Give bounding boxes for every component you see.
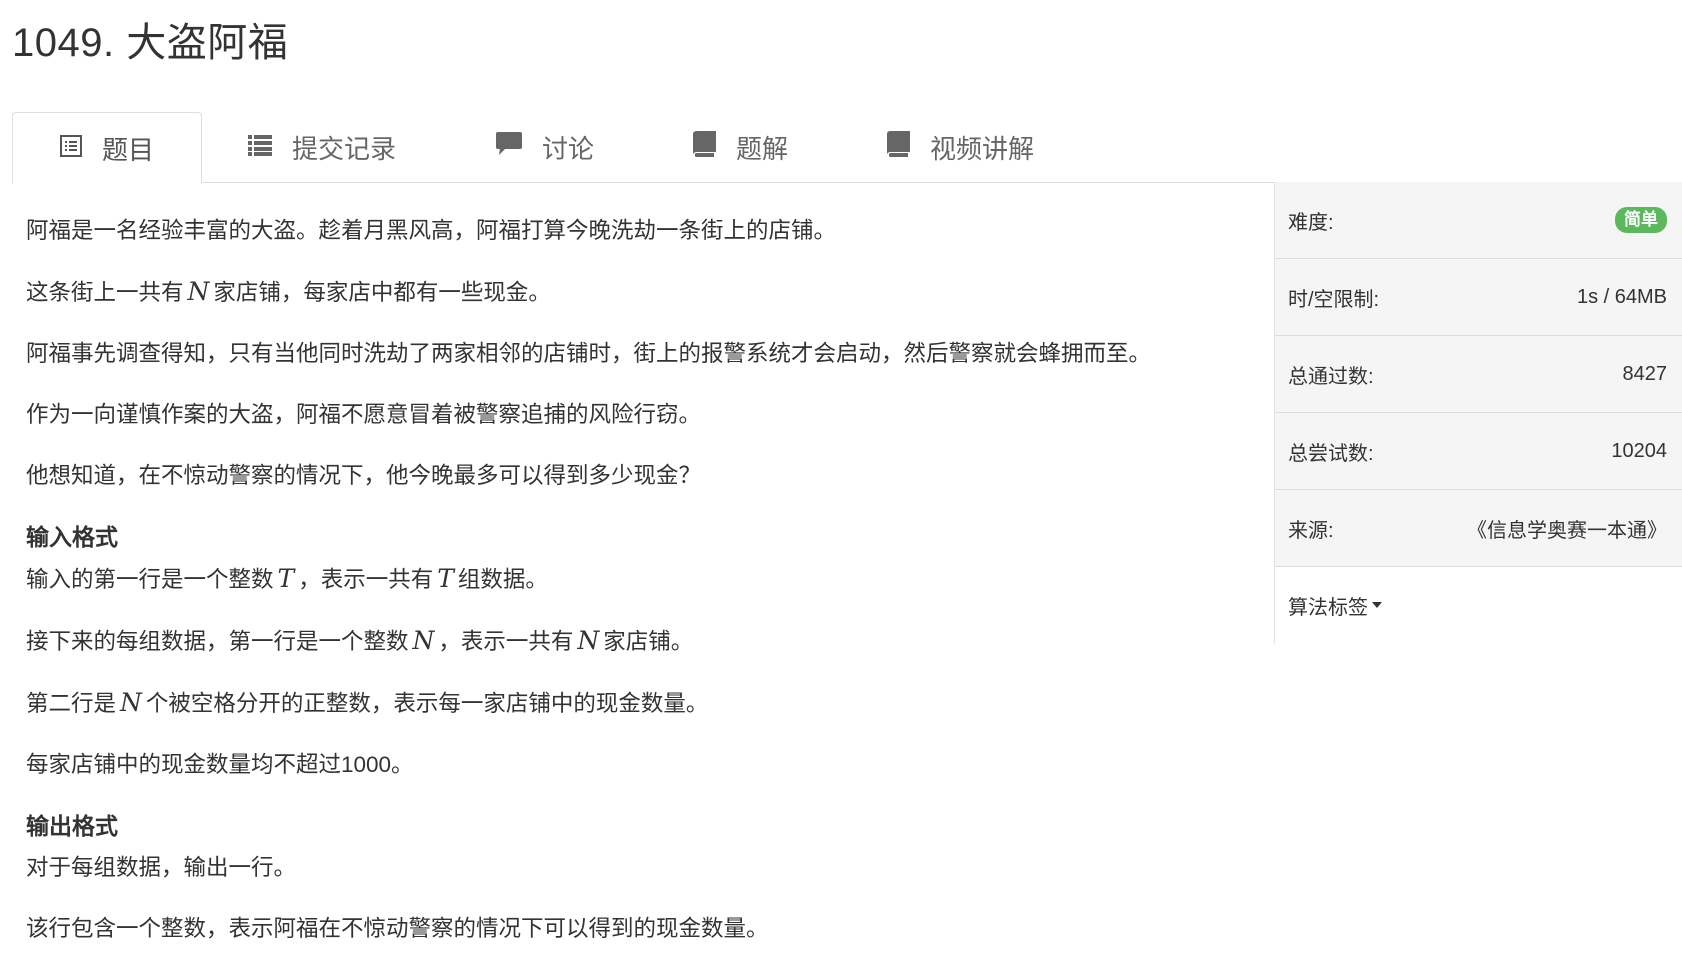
passed-value: 8427: [1622, 362, 1668, 385]
tab-label: 题目: [101, 134, 154, 165]
book-icon: [692, 130, 716, 164]
tab-label: 提交记录: [292, 133, 397, 164]
math-variable: N: [412, 626, 435, 655]
input-paragraph: 第二行是 N 个被空格分开的正整数，表示每一家店铺中的现金数量。: [26, 688, 709, 717]
tab-label: 视频讲解: [930, 133, 1035, 164]
tried-label: 总尝试数:: [1288, 442, 1374, 465]
passed-label: 总通过数:: [1288, 365, 1374, 388]
page-title: 1049. 大盗阿福: [12, 21, 289, 65]
output-paragraph: 对于每组数据，输出一行。: [26, 855, 297, 880]
source-row: 来源: 《信息学奥赛一本通》: [1275, 490, 1682, 567]
list-icon: [248, 132, 272, 163]
tab-video[interactable]: 视频讲解: [886, 112, 1034, 182]
input-paragraph: 接下来的每组数据，第一行是一个整数 N ，表示一共有 N 家店铺。: [26, 626, 694, 655]
problem-description: 阿福是一名经验丰富的大盗。趁着月黑风高，阿福打算今晚洗劫一条街上的店铺。 这条街…: [26, 215, 1256, 974]
caret-down-icon: [1372, 602, 1382, 608]
desc-paragraph: 阿福事先调查得知，只有当他同时洗劫了两家相邻的店铺时，街上的报警系统才会启动，然…: [26, 341, 1152, 366]
difficulty-label: 难度:: [1288, 211, 1334, 234]
output-paragraph: 该行包含一个整数，表示阿福在不惊动警察的情况下可以得到的现金数量。: [26, 916, 769, 941]
tab-bar: 题目 提交记录 讨论 题解 视频讲解: [12, 112, 1682, 184]
tab-discussion[interactable]: 讨论: [496, 112, 594, 182]
difficulty-row: 难度: 简单: [1275, 182, 1682, 259]
algorithm-tags-toggle[interactable]: 算法标签: [1275, 567, 1682, 643]
source-label: 来源:: [1288, 519, 1334, 542]
limit-value: 1s / 64MB: [1576, 285, 1667, 308]
desc-paragraph: 阿福是一名经验丰富的大盗。趁着月黑风高，阿福打算今晚洗劫一条街上的店铺。: [26, 218, 837, 243]
tags-label: 算法标签: [1288, 596, 1368, 619]
passed-row: 总通过数: 8427: [1275, 336, 1682, 413]
math-variable: T: [437, 564, 454, 593]
source-value: 《信息学奥赛一本通》: [1467, 519, 1667, 542]
difficulty-badge: 简单: [1615, 207, 1667, 233]
problem-page: 1049. 大盗阿福 题目 提交记录 讨论 题解 视频讲解 阿福是一名经验丰富的…: [0, 0, 1682, 975]
tried-row: 总尝试数: 10204: [1275, 413, 1682, 490]
comment-icon: [496, 131, 522, 163]
book-icon: [886, 130, 910, 164]
tab-submissions[interactable]: 提交记录: [248, 112, 396, 182]
limit-row: 时/空限制: 1s / 64MB: [1275, 259, 1682, 336]
input-paragraph: 输入的第一行是一个整数 T ，表示一共有 T 组数据。: [26, 564, 548, 593]
desc-paragraph: 作为一向谨慎作案的大盗，阿福不愿意冒着被警察追捕的风险行窃。: [26, 402, 702, 427]
desc-paragraph: 他想知道，在不惊动警察的情况下，他今晚最多可以得到多少现金？: [26, 463, 702, 488]
limit-label: 时/空限制:: [1288, 288, 1380, 311]
math-variable: N: [577, 626, 600, 655]
problem-info-panel: 难度: 简单 时/空限制: 1s / 64MB 总通过数: 8427 总尝试数:…: [1274, 182, 1682, 644]
tab-problem[interactable]: 题目: [12, 112, 202, 184]
math-variable: T: [277, 564, 295, 593]
math-variable: N: [120, 688, 142, 717]
tried-value: 10204: [1611, 439, 1667, 462]
tab-label: 题解: [736, 133, 789, 164]
input-paragraph: 每家店铺中的现金数量均不超过1000。: [26, 752, 414, 777]
input-format-heading: 输入格式: [26, 524, 118, 550]
tab-label: 讨论: [542, 133, 595, 164]
desc-paragraph: 这条街上一共有 N 家店铺，每家店中都有一些现金。: [26, 277, 551, 306]
math-variable: N: [187, 277, 210, 306]
tab-solutions[interactable]: 题解: [692, 112, 788, 182]
output-format-heading: 输出格式: [26, 813, 118, 839]
list-alt-icon: [59, 133, 82, 164]
